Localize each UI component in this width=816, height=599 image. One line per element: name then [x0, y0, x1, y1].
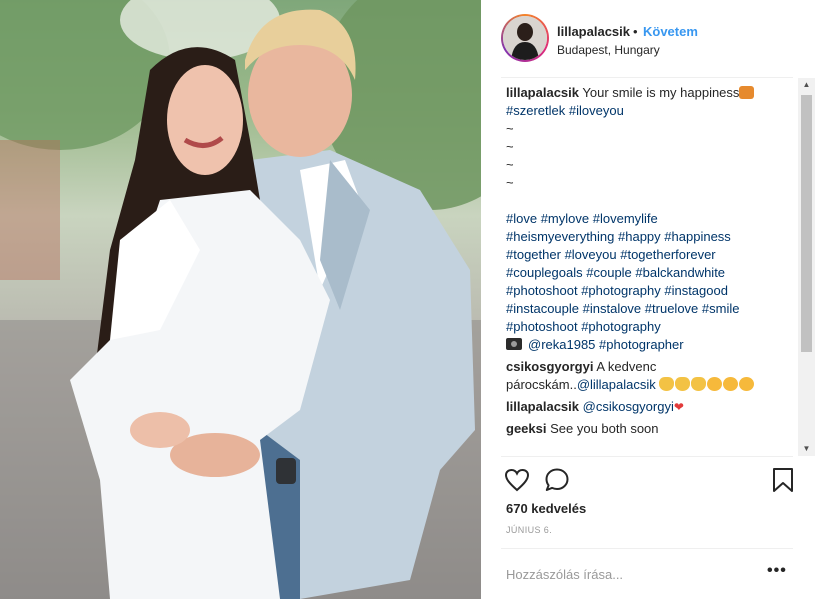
avatar[interactable]	[503, 16, 547, 60]
actions-divider	[501, 456, 793, 457]
hashtag-link[interactable]: #photography	[581, 319, 661, 334]
comment-item: lillapalacsik @csikosgyorgyi❤	[506, 398, 796, 416]
hashtag-row: #couplegoals #couple #balckandwhite	[506, 264, 796, 282]
avatar-image	[503, 16, 547, 60]
hashtag-link[interactable]: #iloveyou	[569, 103, 624, 118]
kiss-emoji-icon	[707, 377, 723, 391]
hashtag-row: #instacouple #instalove #truelove #smile	[506, 300, 796, 318]
comment-text: A kedvenc	[593, 359, 657, 374]
hashtag-row: #together #loveyou #togetherforever	[506, 246, 796, 264]
hashtag-row: #photoshoot #photography #instagood	[506, 282, 796, 300]
hashtag-link[interactable]: #balckandwhite	[635, 265, 725, 280]
hashtag-link[interactable]: #happiness	[664, 229, 731, 244]
hashtag-link[interactable]: #photographer	[599, 337, 684, 352]
hashtag-link[interactable]: #instacouple	[506, 301, 579, 316]
hashtag-link[interactable]: #couple	[586, 265, 632, 280]
tilde-line: ~	[506, 157, 514, 172]
hashtag-link[interactable]: #smile	[702, 301, 740, 316]
comment-author[interactable]: csikosgyorgyi	[506, 359, 593, 374]
comments-scrollbar[interactable]: ▲ ▼	[798, 78, 815, 456]
comment-text: párocskám..	[506, 377, 577, 392]
mention-link[interactable]: @lillapalacsik	[577, 377, 656, 392]
ok-hand-emoji-icon	[675, 377, 691, 391]
hashtag-link[interactable]: #instagood	[664, 283, 728, 298]
comment-item: csikosgyorgyi A kedvenc	[506, 358, 796, 376]
hashtag-row: #photoshoot #photography	[506, 318, 796, 336]
scrollbar-thumb[interactable]	[801, 95, 812, 352]
heart-emoji-icon: ❤	[673, 400, 684, 414]
comment-item: geeksi See you both soon	[506, 420, 796, 438]
scroll-up-arrow-icon[interactable]: ▲	[798, 78, 815, 92]
heart-outline-icon[interactable]	[503, 466, 531, 494]
ellipsis-icon[interactable]: •••	[767, 562, 787, 580]
hashtag-link[interactable]: #szeretlek	[506, 103, 565, 118]
caption-author[interactable]: lillapalacsik	[506, 85, 579, 100]
caption-line: lillapalacsik Your smile is my happiness	[506, 84, 796, 102]
header-divider	[501, 77, 793, 78]
tilde-line: ~	[506, 139, 514, 154]
kiss-emoji-icon	[723, 377, 739, 391]
hashtag-link[interactable]: #lovemylife	[593, 211, 658, 226]
post-date[interactable]: Június 6.	[506, 525, 552, 535]
hashtag-link[interactable]: #instalove	[583, 301, 642, 316]
comments-list: lillapalacsik Your smile is my happiness…	[506, 84, 796, 454]
bookmark-icon[interactable]	[769, 466, 797, 494]
post-header: lillapalacsik • Követem Budapest, Hungar…	[481, 0, 816, 78]
input-divider	[501, 548, 793, 549]
caption-text: Your smile is my happiness	[579, 85, 740, 100]
ok-hand-emoji-icon	[659, 377, 675, 391]
hashtag-link[interactable]: #couplegoals	[506, 265, 583, 280]
photo-credit-line: @reka1985 #photographer	[506, 336, 796, 354]
hashtag-link[interactable]: #truelove	[645, 301, 698, 316]
hashtag-link[interactable]: #loveyou	[565, 247, 617, 262]
mention-link[interactable]: @reka1985	[528, 337, 595, 352]
hashtag-link[interactable]: #photoshoot	[506, 283, 578, 298]
ok-hand-emoji-icon	[691, 377, 707, 391]
comment-author[interactable]: lillapalacsik	[506, 399, 579, 414]
scroll-down-arrow-icon[interactable]: ▼	[798, 442, 815, 456]
post-location[interactable]: Budapest, Hungary	[557, 43, 660, 57]
kiss-emoji-icon	[739, 377, 755, 391]
hashtag-row: #love #mylove #lovemylife	[506, 210, 796, 228]
couple-photo	[0, 0, 481, 599]
mention-link[interactable]: @csikosgyorgyi	[583, 399, 674, 414]
comment-text: See you both soon	[546, 421, 659, 436]
separator-dot: •	[633, 24, 638, 39]
couple-emoji-icon	[739, 86, 755, 99]
hashtag-link[interactable]: #heismyeverything	[506, 229, 614, 244]
hashtag-link[interactable]: #together	[506, 247, 561, 262]
likes-count[interactable]: 670 kedvelés	[506, 501, 586, 516]
caption-hashtags-line: #szeretlek #iloveyou	[506, 102, 796, 120]
hashtag-row: #heismyeverything #happy #happiness	[506, 228, 796, 246]
hashtag-link[interactable]: #photoshoot	[506, 319, 578, 334]
avatar-story-ring[interactable]	[501, 14, 549, 62]
hashtag-link[interactable]: #togetherforever	[620, 247, 715, 262]
hashtag-link[interactable]: #mylove	[541, 211, 589, 226]
hashtag-link[interactable]: #happy	[618, 229, 661, 244]
hashtag-link[interactable]: #photography	[581, 283, 661, 298]
comment-item-continued: párocskám..@lillapalacsik	[506, 376, 796, 394]
comment-author[interactable]: geeksi	[506, 421, 546, 436]
post-photo[interactable]	[0, 0, 481, 599]
tilde-line: ~	[506, 121, 514, 136]
hashtag-link[interactable]: #love	[506, 211, 537, 226]
comment-input[interactable]	[506, 564, 746, 584]
follow-button[interactable]: Követem	[643, 24, 698, 39]
camera-icon	[506, 338, 522, 350]
post-side-panel: lillapalacsik • Követem Budapest, Hungar…	[481, 0, 816, 599]
author-username[interactable]: lillapalacsik	[557, 24, 630, 39]
post-actions	[481, 458, 816, 502]
tilde-line: ~	[506, 175, 514, 190]
speech-bubble-icon[interactable]	[543, 466, 571, 494]
